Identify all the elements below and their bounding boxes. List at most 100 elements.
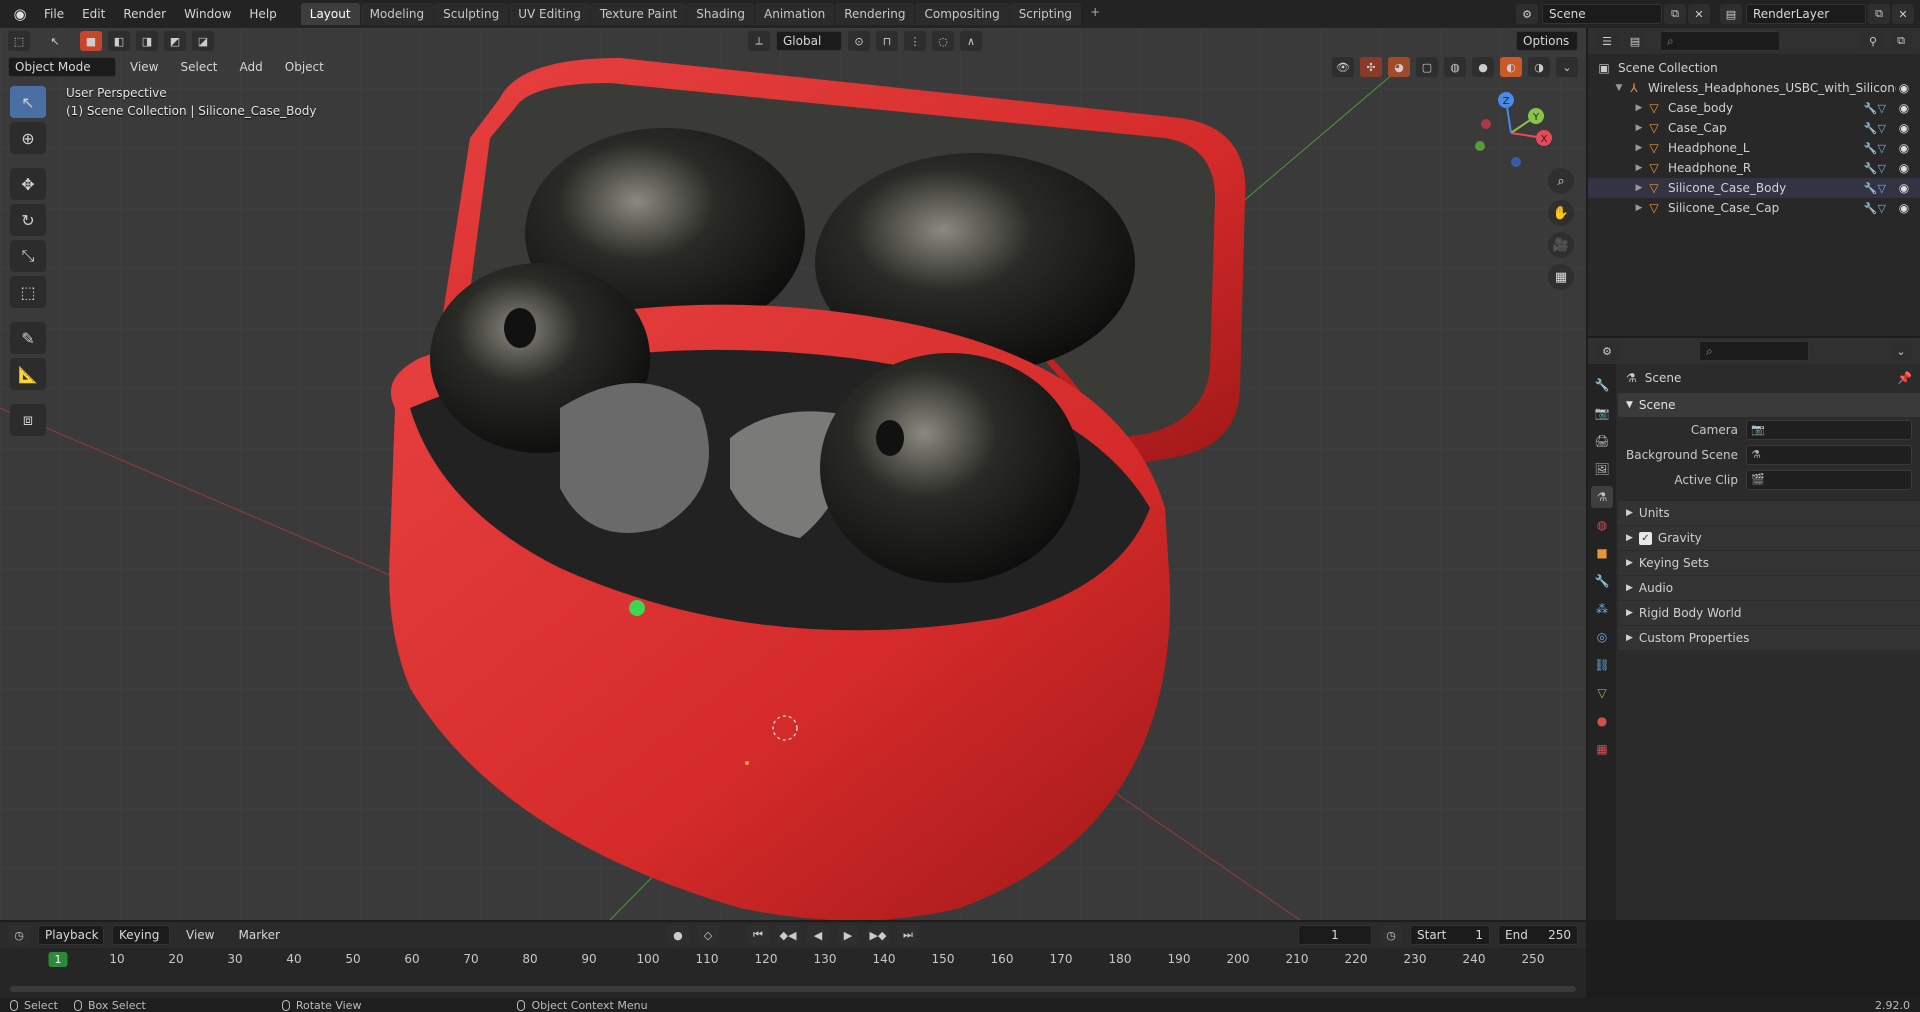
tab-scripting[interactable]: Scripting [1009,3,1082,25]
subpanel-custom-properties[interactable]: ▶ Custom Properties [1618,626,1920,650]
keyframe-type-icon[interactable]: ◇ [696,925,719,945]
annotate-tool-icon[interactable]: ✎ [10,322,46,354]
editor-type-icon[interactable]: ⬚ [8,31,30,51]
snap-target-icon[interactable]: ⋮ [904,31,926,51]
tree-row-object[interactable]: ▶ ▽ Case_body 🔧▽ ◉ [1588,98,1920,118]
properties-options-icon[interactable]: ⌄ [1890,341,1912,361]
expand-arrow-icon[interactable]: ▶ [1632,163,1646,173]
perspective-toggle-icon[interactable]: ▦ [1548,264,1574,290]
constraints-tab-icon[interactable]: ⛓ [1591,654,1613,676]
menu-help[interactable]: Help [241,4,284,24]
outliner-filter-icon[interactable]: ⚲ [1862,31,1884,51]
visibility-eye-icon[interactable]: ◉ [1896,161,1912,175]
tab-compositing[interactable]: Compositing [915,3,1009,25]
add-workspace-button[interactable]: + [1082,3,1108,25]
select-mode-intersect-icon[interactable]: ◪ [192,31,214,51]
outliner-editor-type-icon[interactable]: ☰ [1596,31,1618,51]
add-cube-tool-icon[interactable]: ⧈ [10,404,46,436]
rendered-shading-icon[interactable]: ◑ [1528,57,1550,77]
particles-tab-icon[interactable]: ⁂ [1591,598,1613,620]
start-frame-field[interactable]: Start 1 [1410,925,1490,945]
tree-row-object[interactable]: ▶ ▽ Headphone_R 🔧▽ ◉ [1588,158,1920,178]
proportional-falloff-icon[interactable]: ∧ [960,31,982,51]
timeline-ruler[interactable]: 1 10 20 30 40 50 60 70 80 90 100 110 120 130 140 150 16… [10,948,1576,970]
menu-file[interactable]: File [36,4,72,24]
properties-search-input[interactable]: ⌕ [1699,341,1809,361]
expand-arrow-icon[interactable]: ▶ [1632,183,1646,193]
viewport-menu-view[interactable]: View [122,57,166,77]
outliner-display-mode-icon[interactable]: ▤ [1624,31,1646,51]
physics-tab-icon[interactable]: ◎ [1591,626,1613,648]
scale-tool-icon[interactable]: ⤡ [10,240,46,272]
navigation-gizmo[interactable]: Y X Z [1466,88,1556,178]
tab-rendering[interactable]: Rendering [835,3,915,25]
modifier-icon[interactable]: 🔧▽ [1864,122,1886,135]
subpanel-rigid-body-world[interactable]: ▶ Rigid Body World [1618,601,1920,625]
new-view-layer-icon[interactable]: ⧉ [1868,4,1890,24]
next-keyframe-icon[interactable]: ▶◆ [866,925,889,945]
visibility-eye-icon[interactable]: ◉ [1896,201,1912,215]
snap-icon[interactable]: ⊓ [876,31,898,51]
expand-arrow-icon[interactable]: ▶ [1632,123,1646,133]
modifier-icon[interactable]: 🔧▽ [1864,182,1886,195]
select-mode-new-icon[interactable]: ■ [80,31,102,51]
timeline-menu-view[interactable]: View [178,925,222,945]
timeline-scrollbar[interactable] [10,986,1576,992]
visibility-eye-icon[interactable]: ◉ [1896,181,1912,195]
render-tab-icon[interactable]: 📷 [1591,402,1613,424]
shading-options-icon[interactable]: ⌄ [1556,57,1578,77]
gizmo-neg-z[interactable] [1511,157,1521,167]
new-collection-icon[interactable]: ⧉ [1890,31,1912,51]
transform-orientation-dropdown[interactable]: Global [776,31,842,51]
proportional-editing-icon[interactable]: ◌ [932,31,954,51]
tab-layout[interactable]: Layout [300,3,360,25]
gizmo-neg-y[interactable] [1475,141,1485,151]
object-tab-icon[interactable]: ■ [1591,542,1613,564]
tree-row-object-active[interactable]: ▶ ▽ Silicone_Case_Body 🔧▽ ◉ [1588,178,1920,198]
scene-browse-icon[interactable]: ⚙ [1516,4,1538,24]
delete-view-layer-icon[interactable]: ✕ [1892,4,1914,24]
output-tab-icon[interactable]: 🖨 [1591,430,1613,452]
scene-selector[interactable]: Scene [1542,4,1662,24]
subpanel-gravity[interactable]: ▶ ✓ Gravity [1618,526,1920,550]
material-preview-icon[interactable]: ◐ [1500,57,1522,77]
blender-logo-icon[interactable]: ◉ [6,3,34,25]
expand-arrow-icon[interactable]: ▶ [1632,203,1646,213]
viewport-menu-object[interactable]: Object [277,57,332,77]
end-frame-field[interactable]: End 250 [1498,925,1578,945]
modifier-icon[interactable]: 🔧▽ [1864,142,1886,155]
visibility-eye-icon[interactable]: ◉ [1896,121,1912,135]
tree-row-object[interactable]: ▶ ▽ Silicone_Case_Cap 🔧▽ ◉ [1588,198,1920,218]
scene-tab-icon[interactable]: ⚗ [1591,486,1613,508]
modifier-icon[interactable]: 🔧▽ [1864,162,1886,175]
pin-icon[interactable]: 📌 [1897,371,1912,385]
select-box-tool-icon[interactable]: ↖ [10,86,46,118]
tab-uv-editing[interactable]: UV Editing [509,3,590,25]
panel-scene-header[interactable]: ▼ Scene [1618,393,1920,417]
data-tab-icon[interactable]: ▽ [1591,682,1613,704]
tab-texture-paint[interactable]: Texture Paint [590,3,687,25]
subpanel-units[interactable]: ▶ Units [1618,501,1920,525]
gizmo-toggle-icon[interactable]: ✣ [1360,57,1382,77]
tab-modeling[interactable]: Modeling [360,3,434,25]
texture-tab-icon[interactable]: ▦ [1591,738,1613,760]
xray-icon[interactable]: ▢ [1416,57,1438,77]
transform-tool-icon[interactable]: ⬚ [10,276,46,308]
solid-shading-icon[interactable]: ● [1472,57,1494,77]
jump-start-icon[interactable]: ⏮ [746,925,769,945]
visibility-eye-icon[interactable]: ◉ [1896,81,1912,95]
rotate-tool-icon[interactable]: ↻ [10,204,46,236]
view-layer-browse-icon[interactable]: ▤ [1720,4,1742,24]
gravity-checkbox[interactable]: ✓ [1638,531,1652,545]
expand-arrow-icon[interactable]: ▶ [1632,143,1646,153]
visibility-icon[interactable]: 👁 [1332,57,1354,77]
gizmo-neg-x[interactable] [1481,119,1491,129]
camera-field[interactable]: 📷 [1746,419,1912,440]
modifiers-tab-icon[interactable]: 🔧 [1591,570,1613,592]
expand-arrow-icon[interactable]: ▶ [1632,103,1646,113]
properties-editor-type-icon[interactable]: ⚙ [1596,341,1618,361]
select-mode-invert-icon[interactable]: ◩ [164,31,186,51]
subpanel-keying-sets[interactable]: ▶ Keying Sets [1618,551,1920,575]
modifier-icon[interactable]: 🔧▽ [1864,102,1886,115]
wireframe-shading-icon[interactable]: ◍ [1444,57,1466,77]
